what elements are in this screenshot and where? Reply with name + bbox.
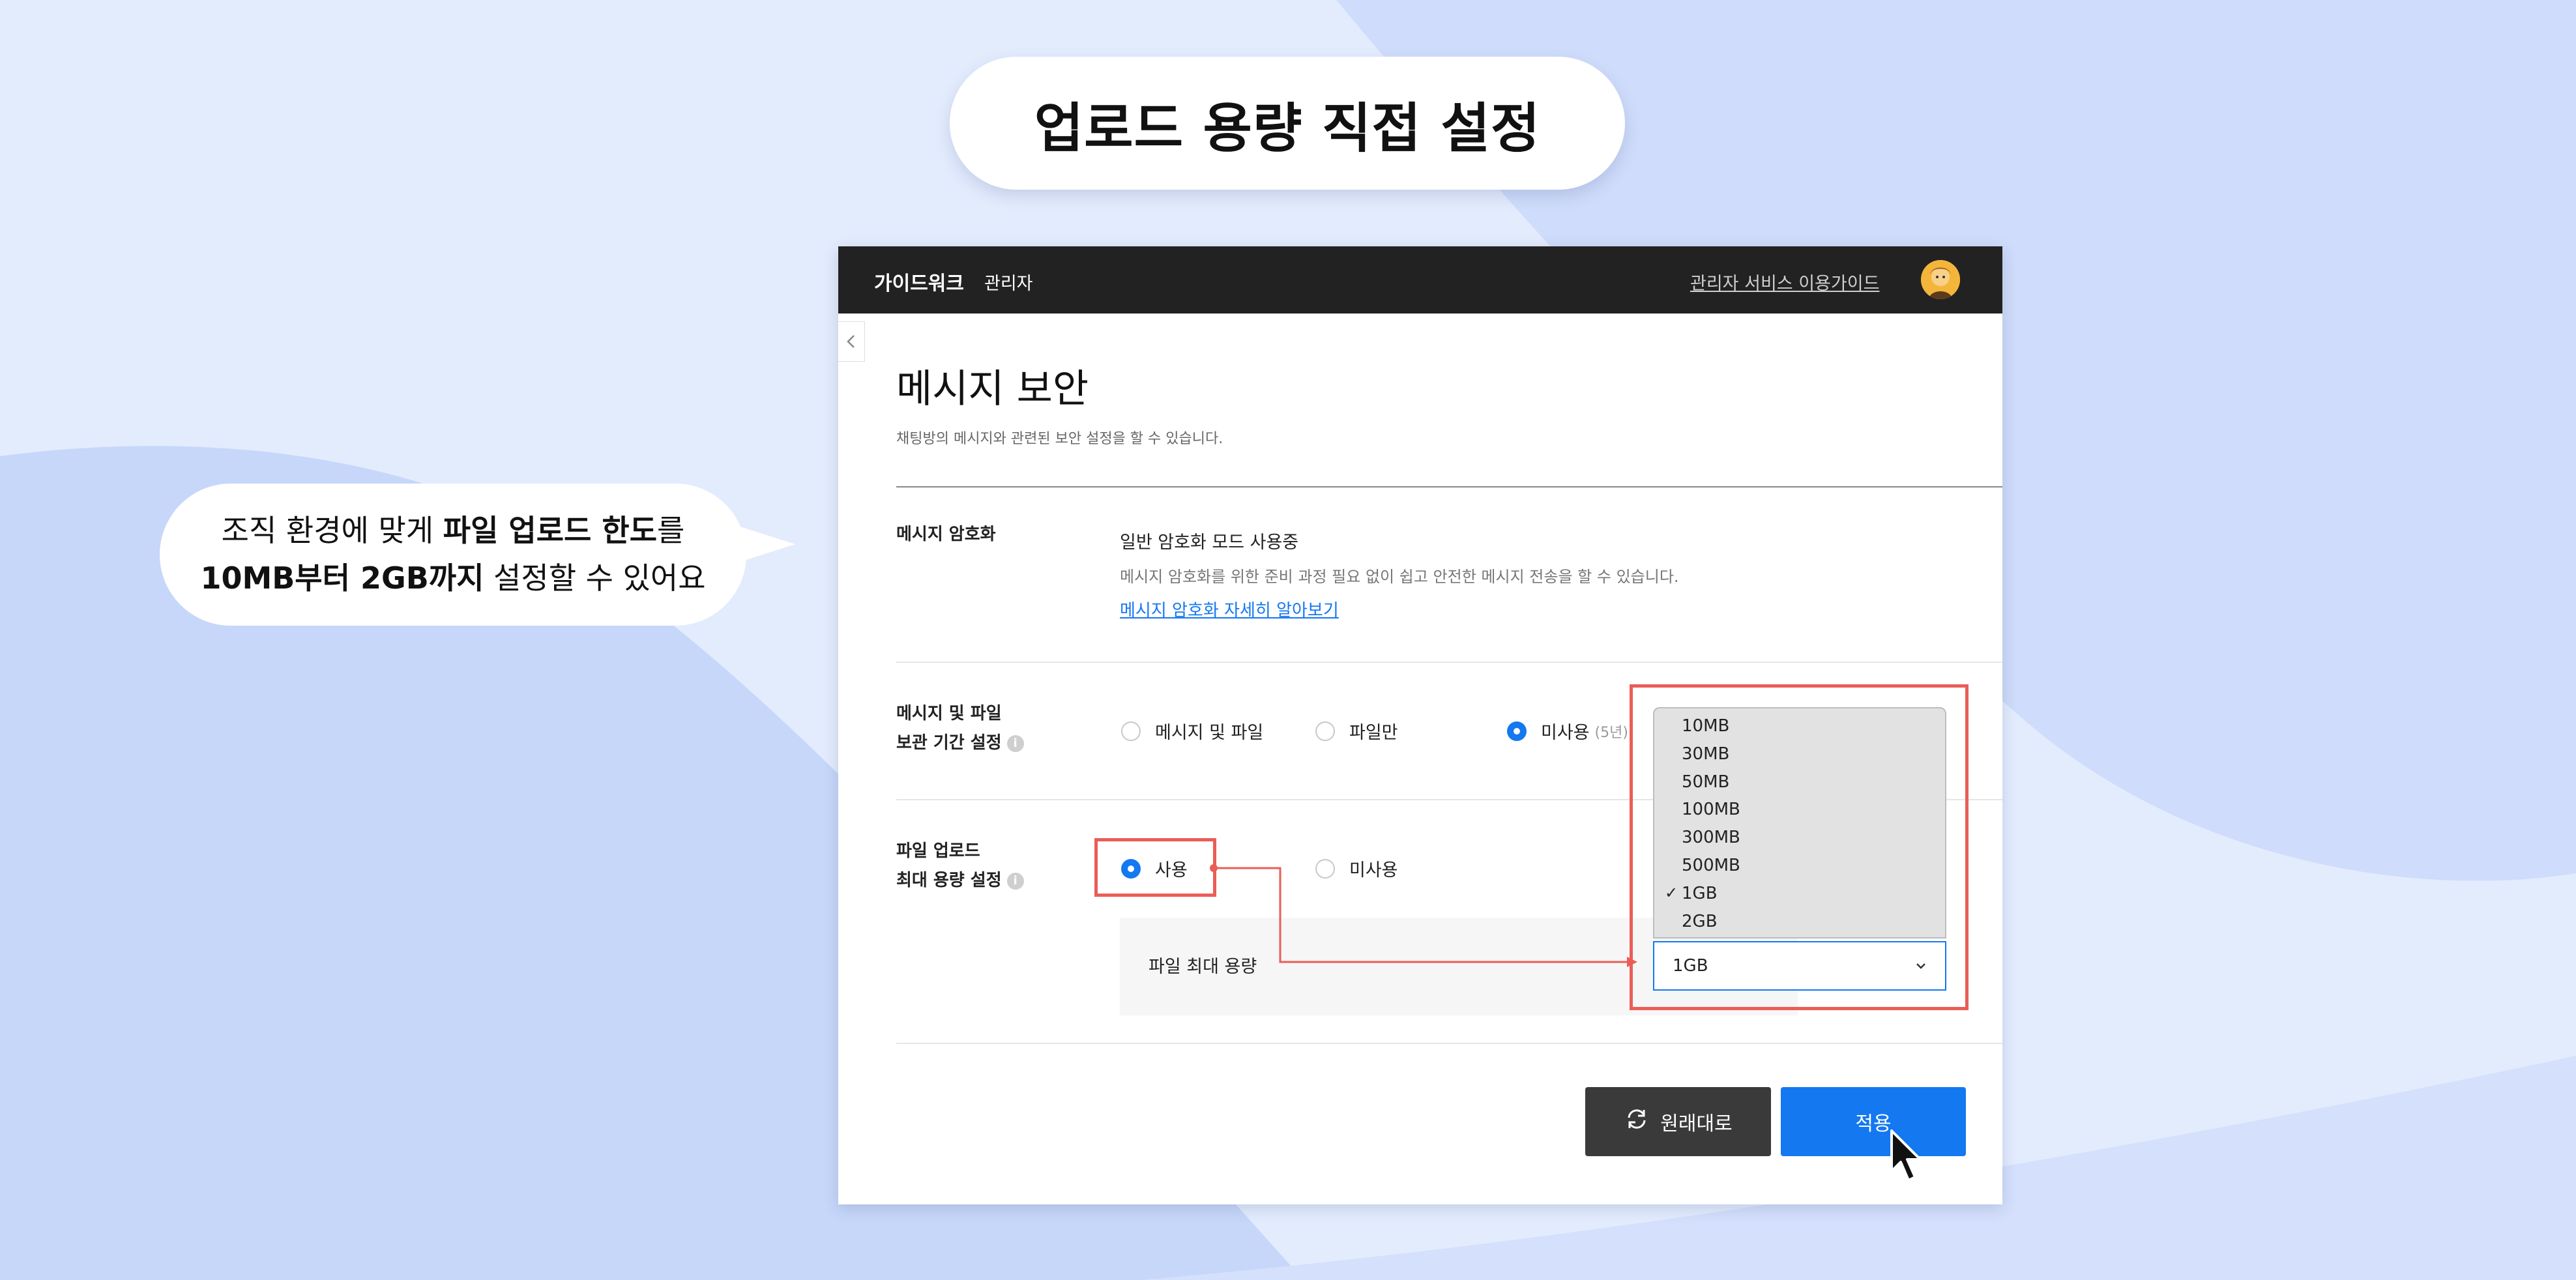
brand-logo[interactable]: 가이드워크 — [874, 267, 964, 296]
upload-label-line: 최대 용량 설정 i — [896, 866, 1024, 895]
retention-label-line: 메시지 및 파일 — [896, 704, 1002, 723]
callout-line-2: 10MB부터 2GB까지 설정할 수 있어요 — [200, 555, 705, 602]
top-bar: 가이드워크 관리자 관리자 서비스 이용가이드 — [838, 246, 2002, 313]
upload-label-text: 최대 용량 설정 — [896, 871, 1002, 890]
encryption-description: 메시지 암호화를 위한 준비 과정 필요 없이 쉽고 안전한 메시지 전송을 할… — [1120, 568, 1679, 586]
headline-text: 업로드 용량 직접 설정 — [1034, 97, 1541, 160]
retention-label-text: 보관 기간 설정 — [896, 733, 1002, 753]
page-title: 메시지 보안 — [896, 366, 1089, 412]
admin-tag: 관리자 — [984, 274, 1033, 294]
retention-label: 메시지 및 파일 보관 기간 설정 i — [896, 699, 1024, 758]
apply-button-label: 적용 — [1855, 1113, 1892, 1135]
retention-label-line: 보관 기간 설정 i — [896, 729, 1024, 758]
callout-bubble: 조직 환경에 맞게 파일 업로드 한도를 10MB부터 2GB까지 설정할 수 … — [160, 484, 746, 626]
encryption-learn-more-link[interactable]: 메시지 암호화 자세히 알아보기 — [1120, 597, 1339, 621]
admin-window: 가이드워크 관리자 관리자 서비스 이용가이드 메시지 보안 채팅방의 메시지와… — [838, 246, 2002, 1204]
encryption-mode: 일반 암호화 모드 사용중 — [1120, 532, 1299, 553]
radio-icon — [1315, 721, 1335, 741]
page-description: 채팅방의 메시지와 관련된 보안 설정을 할 수 있습니다. — [896, 431, 1223, 447]
callout-emphasis: 파일 업로드 한도 — [443, 513, 658, 548]
chevron-left-icon — [847, 335, 855, 348]
sidebar-collapse-button[interactable] — [838, 321, 865, 362]
highlight-box-dropdown — [1630, 684, 1969, 1010]
connector-arrow — [1210, 864, 1637, 967]
retention-option-message-and-file[interactable]: 메시지 및 파일 — [1121, 718, 1263, 744]
radio-sublabel: (5년) — [1594, 724, 1628, 741]
callout-text: 를 — [657, 513, 685, 548]
retention-option-file-only[interactable]: 파일만 — [1315, 718, 1398, 744]
divider — [896, 1043, 2002, 1044]
radio-label: 미사용 — [1541, 723, 1590, 743]
reset-button-label: 원래대로 — [1660, 1113, 1733, 1135]
radio-label: 메시지 및 파일 — [1155, 723, 1264, 743]
upload-label: 파일 업로드 최대 용량 설정 i — [896, 837, 1024, 895]
callout-emphasis: 10MB부터 2GB까지 — [200, 560, 484, 596]
radio-label: 파일만 — [1349, 723, 1398, 743]
upload-label-line: 파일 업로드 — [896, 841, 980, 861]
reset-button[interactable]: 원래대로 — [1585, 1087, 1771, 1156]
avatar-icon — [1921, 260, 1960, 299]
encryption-label: 메시지 암호화 — [896, 525, 996, 544]
retention-option-unused[interactable]: 미사용 (5년) — [1507, 718, 1628, 744]
admin-guide-link[interactable]: 관리자 서비스 이용가이드 — [1690, 269, 1879, 295]
highlight-box-use — [1094, 838, 1216, 897]
refresh-icon — [1624, 1106, 1650, 1138]
mouse-cursor-icon — [1890, 1129, 1922, 1182]
callout-text: 설정할 수 있어요 — [484, 560, 706, 596]
callout-text: 조직 환경에 맞게 — [221, 513, 443, 548]
divider — [896, 662, 2002, 663]
info-icon[interactable]: i — [1006, 735, 1024, 752]
headline-pill: 업로드 용량 직접 설정 — [950, 57, 1625, 190]
radio-icon — [1121, 721, 1141, 741]
avatar[interactable] — [1921, 260, 1960, 299]
callout-line-1: 조직 환경에 맞게 파일 업로드 한도를 — [222, 507, 685, 555]
info-icon[interactable]: i — [1006, 872, 1024, 890]
radio-selected-icon — [1507, 721, 1527, 741]
apply-button[interactable]: 적용 — [1781, 1087, 1966, 1156]
divider — [896, 486, 2002, 487]
